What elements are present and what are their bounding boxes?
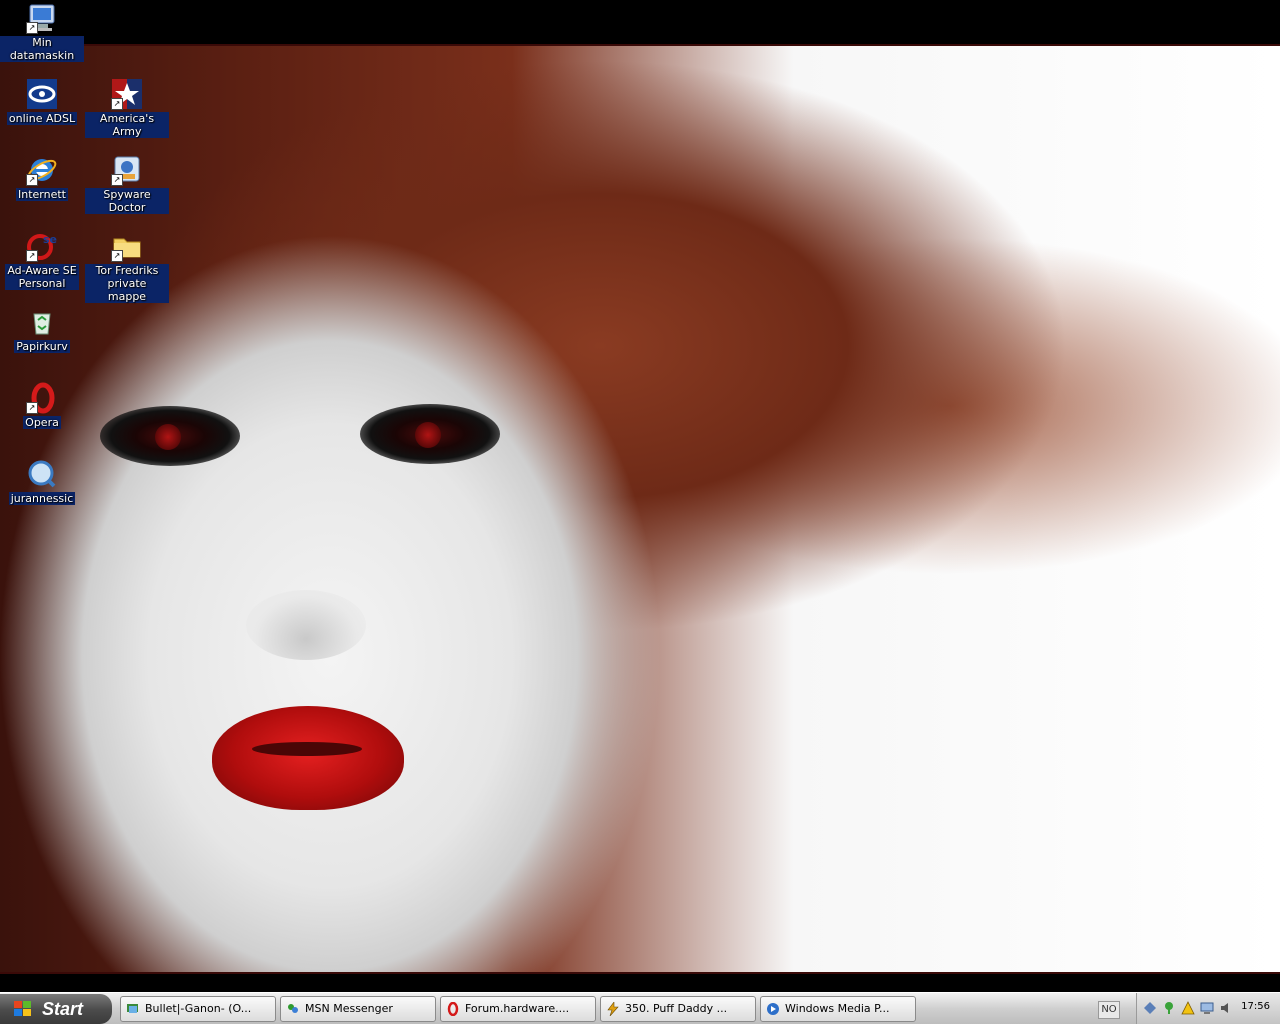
internet-explorer-icon: ↗ [26,154,58,186]
taskbar-button-forum[interactable]: Forum.hardware.... [440,996,596,1022]
desktop-icon-americas-army[interactable]: ↗ America's Army [85,78,169,138]
taskbar-button-label: Forum.hardware.... [465,1002,570,1015]
desktop-icon-label: Tor Fredriks private mappe [85,264,169,303]
wallpaper-nose [246,590,366,660]
recycle-bin-icon [26,306,58,338]
desktop-icon-private-folder[interactable]: ↗ Tor Fredriks private mappe [85,230,169,303]
taskbar-button-chat[interactable]: Bullet|-Ganon- (O... [120,996,276,1022]
ad-aware-icon: se ↗ [26,230,58,262]
desktop-icon-opera[interactable]: ↗ Opera [0,382,84,429]
taskbar-button-winamp[interactable]: 350. Puff Daddy ... [600,996,756,1022]
desktop-icon-ad-aware[interactable]: se ↗ Ad-Aware SE Personal [0,230,84,290]
taskbar-button-label: Windows Media P... [785,1002,890,1015]
desktop-icon-spyware-doctor[interactable]: ↗ Spyware Doctor [85,154,169,214]
quicktime-icon [26,458,58,490]
tray-network-icon[interactable] [1162,1001,1176,1015]
system-tray: 17:56 [1136,993,1280,1024]
tray-computer-icon[interactable] [1200,1001,1214,1015]
wallpaper-bottom-band [0,972,1280,992]
desktop-icon-my-computer[interactable]: ↗ Min datamaskin [0,2,84,62]
taskbar-button-label: 350. Puff Daddy ... [625,1002,728,1015]
language-indicator[interactable]: NO [1098,1001,1120,1019]
desktop-icon-recycle-bin[interactable]: Papirkurv [0,306,84,353]
taskbar: Start Bullet|-Ganon- (O... MSN Messenger… [0,992,1280,1024]
clock[interactable]: 17:56 [1241,1001,1270,1012]
winamp-icon [607,1002,619,1016]
my-computer-icon: ↗ [26,2,58,34]
desktop-icon-label: America's Army [85,112,169,138]
windows-media-player-icon [767,1003,779,1015]
wallpaper-right-eye [360,404,500,464]
tray-arrow-icon[interactable] [1143,1001,1157,1015]
taskbar-button-msn-messenger[interactable]: MSN Messenger [280,996,436,1022]
msn-messenger-icon [288,1004,298,1013]
msn-chat-icon [127,1004,138,1013]
wallpaper-lips [212,706,404,810]
desktop-icon-label: Spyware Doctor [85,188,169,214]
start-label: Start [42,999,84,1019]
start-button[interactable]: Start [0,994,112,1024]
americas-army-icon: ↗ [111,78,143,110]
taskbar-button-label: MSN Messenger [305,1002,393,1015]
desktop-icon-label: Papirkurv [14,340,70,353]
desktop-icon-label: Opera [23,416,61,429]
tray-volume-icon[interactable] [1219,1001,1233,1015]
online-adsl-icon [26,78,58,110]
wallpaper-top-band [0,0,1280,46]
desktop-icon-label: jurannessic [8,492,76,505]
desktop-icon-label: Min datamaskin [0,36,84,62]
wallpaper-image [0,46,1280,972]
desktop-icon-label: Internett [16,188,68,201]
tray-warning-icon[interactable] [1181,1001,1195,1015]
spyware-doctor-icon: ↗ [111,154,143,186]
folder-icon: ↗ [111,230,143,262]
taskbar-button-windows-media-player[interactable]: Windows Media P... [760,996,916,1022]
svg-text:se: se [43,233,57,246]
desktop[interactable]: ↗ Min datamaskin online ADSL ↗ America's… [0,0,1280,992]
opera-icon [447,1002,459,1016]
opera-icon: ↗ [26,382,58,414]
wallpaper-left-eye [100,406,240,466]
taskbar-button-label: Bullet|-Ganon- (O... [145,1002,252,1015]
desktop-icon-label: Ad-Aware SE Personal [5,264,79,290]
windows-logo-icon [14,1001,32,1017]
desktop-icon-quicktime[interactable]: jurannessic [0,458,84,505]
desktop-icon-label: online ADSL [6,112,78,125]
desktop-icon-online-adsl[interactable]: online ADSL [0,78,84,125]
desktop-icon-internet[interactable]: ↗ Internett [0,154,84,201]
